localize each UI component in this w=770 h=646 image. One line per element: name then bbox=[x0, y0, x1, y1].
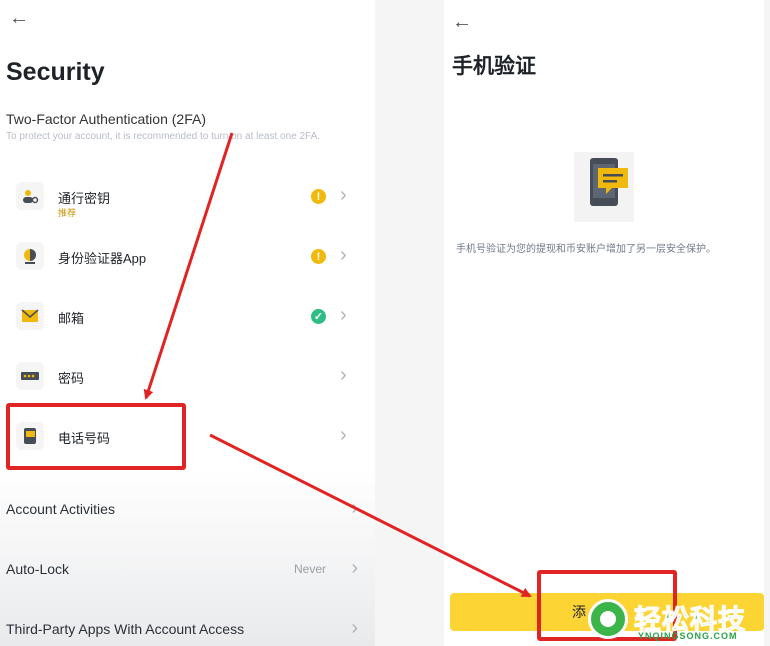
check-icon: ✓ bbox=[311, 309, 326, 324]
recommended-badge: 推荐 bbox=[58, 208, 77, 218]
highlight-box-phone-item bbox=[6, 403, 186, 470]
page-title: Security bbox=[6, 58, 105, 86]
third-party-apps-label: Third-Party Apps With Account Access bbox=[6, 621, 245, 637]
auto-lock-row[interactable]: Auto-Lock Never › bbox=[6, 557, 368, 591]
chevron-right-icon: › bbox=[351, 497, 358, 519]
security-item-email[interactable]: 邮箱 ✓ › bbox=[0, 288, 375, 348]
chevron-right-icon: › bbox=[340, 244, 347, 266]
chevron-right-icon: › bbox=[340, 424, 347, 446]
phone-verification-screen bbox=[444, 0, 764, 646]
chevron-right-icon: › bbox=[340, 184, 347, 206]
security-screen: ← Security Two-Factor Authentication (2F… bbox=[0, 0, 375, 646]
section-subtitle-2fa: To protect your account, it is recommend… bbox=[6, 131, 321, 142]
back-arrow-icon[interactable]: ← bbox=[9, 8, 29, 28]
security-item-password[interactable]: 密码 › bbox=[0, 348, 375, 408]
auto-lock-value: Never bbox=[293, 562, 326, 576]
watermark-logo: 轻松科技 YNQINGSONG.COM bbox=[584, 594, 770, 646]
passkey-icon bbox=[16, 182, 44, 210]
account-activities-label: Account Activities bbox=[6, 501, 115, 517]
section-title-2fa: Two-Factor Authentication (2FA) bbox=[6, 111, 206, 127]
email-icon bbox=[16, 302, 44, 330]
security-item-label: 通行密钥 bbox=[58, 191, 111, 206]
password-icon bbox=[16, 362, 44, 390]
chevron-right-icon: › bbox=[340, 364, 347, 386]
verification-description: 手机号验证为您的提现和币安账户增加了另一层安全保护。 bbox=[456, 244, 716, 255]
warning-icon: ! bbox=[311, 249, 326, 264]
watermark-subtext: YNQINGSONG.COM bbox=[638, 631, 738, 641]
watermark-circle-icon bbox=[588, 599, 628, 639]
phone-message-icon bbox=[574, 152, 634, 222]
third-party-apps-row[interactable]: Third-Party Apps With Account Access › bbox=[6, 617, 368, 646]
chevron-right-icon: › bbox=[351, 617, 358, 639]
account-activities-row[interactable]: Account Activities › bbox=[6, 497, 368, 531]
back-arrow-icon[interactable]: ← bbox=[452, 12, 472, 32]
chevron-right-icon: › bbox=[340, 304, 347, 326]
page-title: 手机验证 bbox=[452, 55, 536, 78]
security-item-label: 邮箱 bbox=[58, 311, 85, 326]
auto-lock-label: Auto-Lock bbox=[6, 561, 70, 577]
security-item-label: 身份验证器App bbox=[58, 251, 147, 266]
warning-icon: ! bbox=[311, 189, 326, 204]
security-item-authenticator[interactable]: 身份验证器App ! › bbox=[0, 228, 375, 288]
security-item-label: 密码 bbox=[58, 371, 85, 386]
authenticator-icon bbox=[16, 242, 44, 270]
security-item-passkey[interactable]: 通行密钥 推荐 ! › bbox=[0, 168, 375, 228]
chevron-right-icon: › bbox=[351, 557, 358, 579]
